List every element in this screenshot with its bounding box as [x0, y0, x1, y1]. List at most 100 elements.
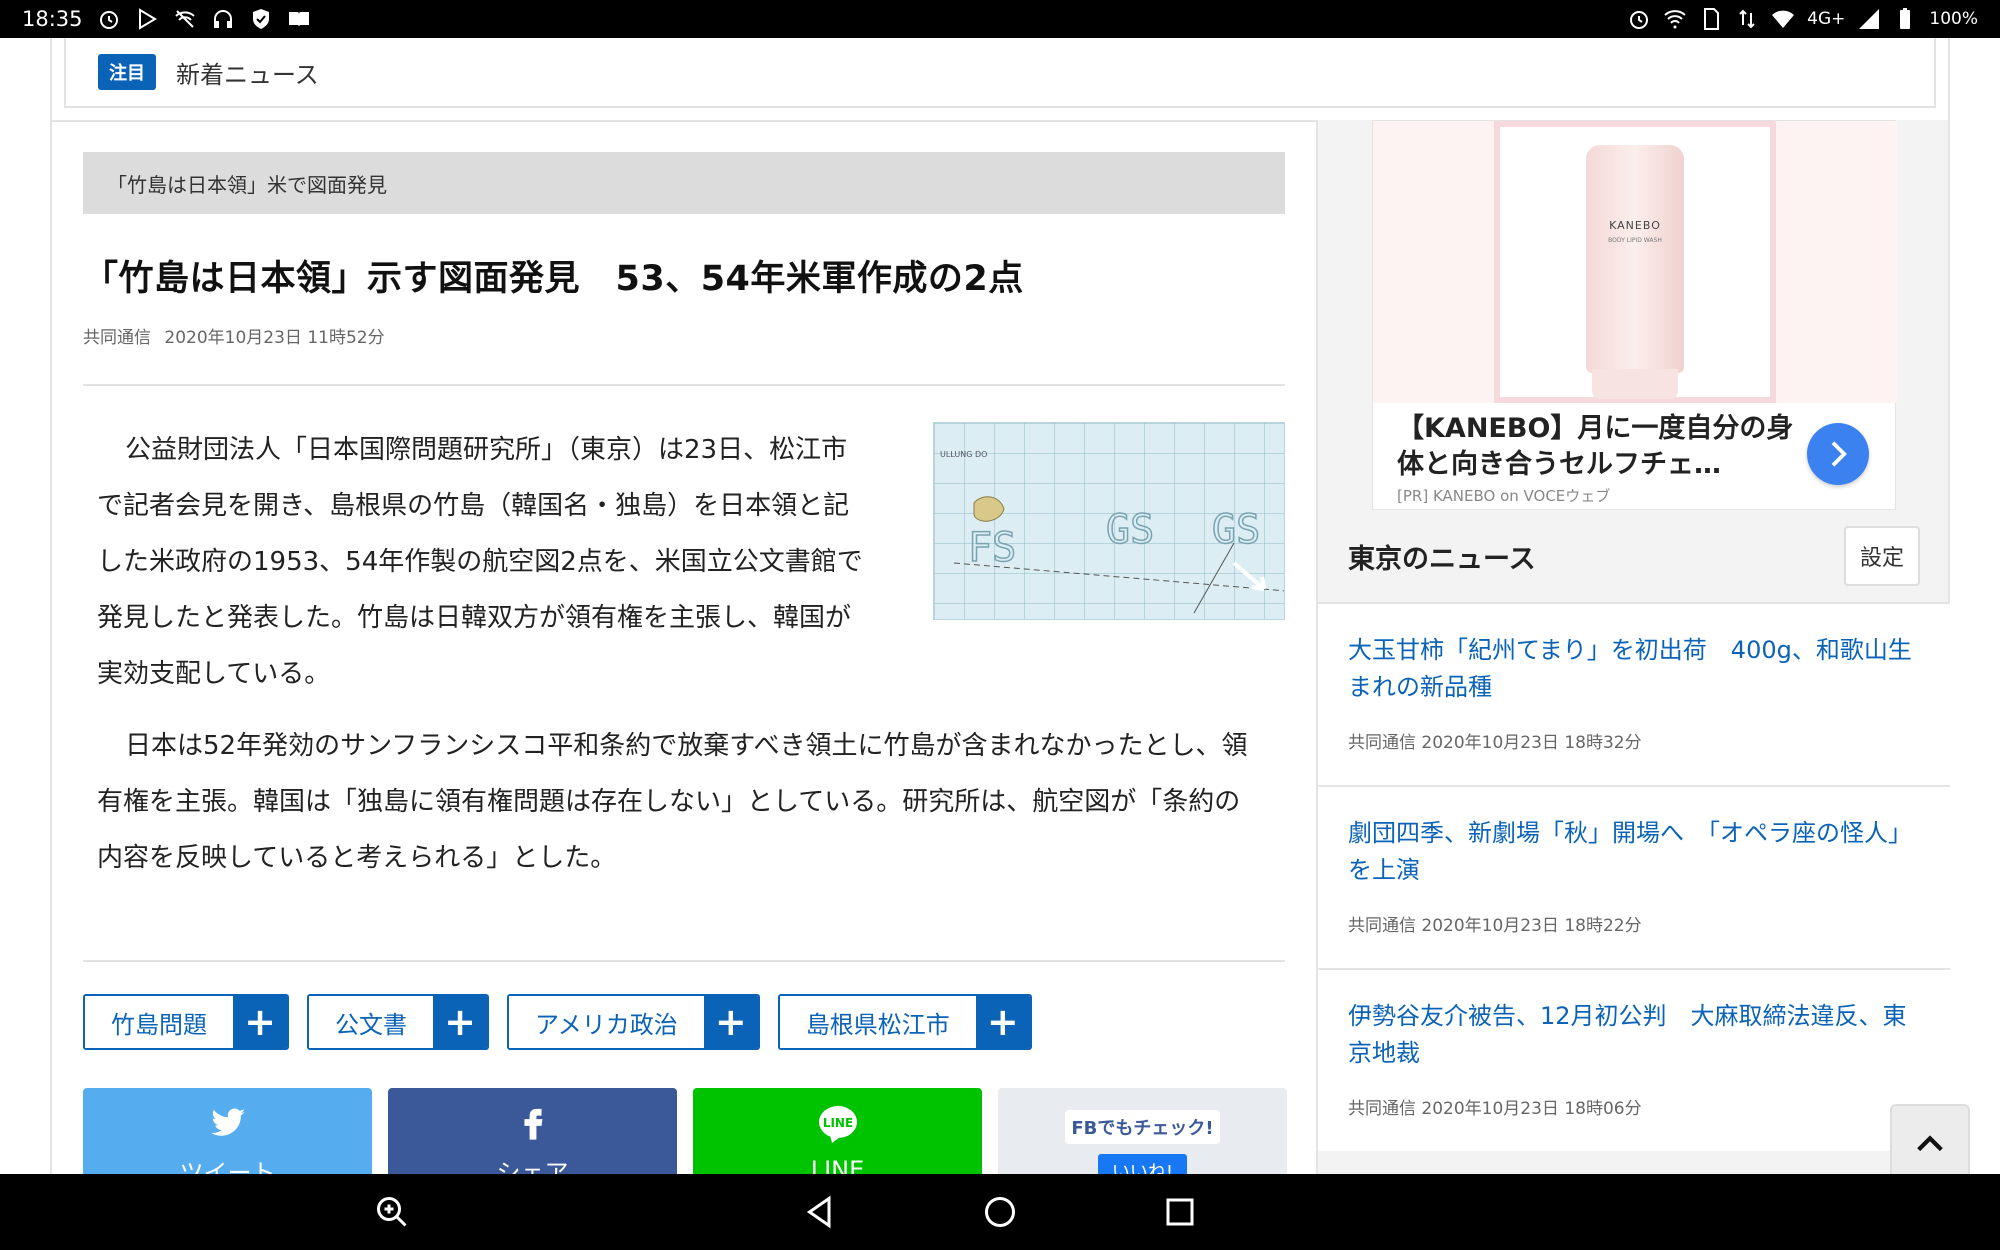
plus-icon[interactable]: +: [975, 996, 1030, 1048]
twitter-share-button[interactable]: ツイート: [83, 1088, 372, 1174]
news-source: 共同通信: [1348, 1099, 1416, 1119]
chart-label-fs: FS: [968, 525, 1016, 571]
alarm-icon: [1627, 7, 1651, 31]
ad-image-frame: KANEBO BODY LIPID WASH: [1494, 121, 1776, 403]
facebook-share-label: シェア: [496, 1159, 569, 1174]
twitter-icon: [210, 1108, 245, 1136]
facebook-share-button[interactable]: シェア: [388, 1088, 677, 1174]
chart-label-island: ULLUNG DO: [940, 450, 987, 459]
wifi-calling-icon: [1663, 7, 1687, 31]
product-cap: [1592, 369, 1678, 399]
news-title-link[interactable]: 劇団四季、新劇場「秋」開場へ 「オペラ座の怪人」を上演: [1348, 815, 1920, 889]
product-subtitle: BODY LIPID WASH: [1608, 237, 1662, 244]
plus-icon[interactable]: +: [703, 996, 758, 1048]
tag-label[interactable]: 公文書: [309, 996, 433, 1048]
article-byline: 共同通信 2020年10月23日 11時52分: [83, 323, 1285, 348]
fb-check-label: FBでもチェック!: [1065, 1110, 1220, 1144]
chevron-right-icon: [1831, 441, 1847, 467]
article-body: FS GS GS ULLUNG DO 公益財団法人「日本国際問題研究所」（東京）…: [83, 422, 1285, 886]
data-arrows-icon: [1735, 7, 1759, 31]
back-icon[interactable]: [802, 1194, 838, 1230]
sidebar: KANEBO BODY LIPID WASH 【KANEBO】月に一度自分の身体…: [1316, 120, 1950, 1174]
line-share-label: LINE: [810, 1156, 865, 1174]
chevron-up-icon: [1917, 1135, 1943, 1152]
breadcrumb: 「竹島は日本領」米で図面発見: [83, 152, 1285, 214]
topic-tags: 竹島問題 + 公文書 + アメリカ政治 + 島根県松江市 +: [83, 994, 1032, 1050]
ad-next-button[interactable]: [1807, 423, 1869, 485]
sponsored-ad[interactable]: KANEBO BODY LIPID WASH 【KANEBO】月に一度自分の身体…: [1372, 120, 1897, 510]
share-buttons: ツイート シェア LINE LINE FBでもチェック! いいね!: [83, 1088, 1287, 1174]
news-title-link[interactable]: 伊勢谷友介被告、12月初公判 大麻取締法違反、東京地裁: [1348, 998, 1920, 1072]
ad-title[interactable]: 【KANEBO】月に一度自分の身体と向き合うセルフチェ…: [1397, 411, 1797, 483]
settings-button[interactable]: 設定: [1843, 526, 1920, 586]
ticker-badge: 注目: [98, 54, 156, 90]
list-item[interactable]: 劇団四季、新劇場「秋」開場へ 「オペラ座の怪人」を上演 共同通信 2020年10…: [1318, 785, 1950, 968]
article: 「竹島は日本領」米で図面発見 「竹島は日本領」示す図面発見 53、54年米軍作成…: [83, 152, 1285, 886]
article-headline: 「竹島は日本領」示す図面発見 53、54年米軍作成の2点: [83, 259, 1024, 299]
article-paragraph: 日本は52年発効のサンフランシスコ平和条約で放棄すべき領土に竹島が含まれなかった…: [97, 731, 1248, 873]
wifi-icon: [1771, 7, 1795, 31]
status-bar: 18:35 4G+ 100%: [0, 0, 2000, 38]
scroll-to-top-button[interactable]: [1890, 1104, 1970, 1174]
news-ticker[interactable]: 注目 新着ニュース: [64, 38, 1936, 108]
tags-divider: [83, 960, 1285, 962]
network-type: 4G+: [1807, 9, 1846, 29]
tag-us-politics[interactable]: アメリカ政治 +: [507, 994, 760, 1050]
list-item[interactable]: 大玉甘柿「紀州てまり」を初出荷 400g、和歌山生まれの新品種 共同通信 202…: [1318, 602, 1950, 785]
product-brand: KANEBO: [1609, 219, 1661, 232]
alarm-icon: [97, 7, 121, 31]
news-datetime: 2020年10月23日 18時06分: [1421, 1099, 1642, 1119]
battery-level: 100%: [1929, 9, 1978, 29]
news-source: 共同通信: [1348, 733, 1416, 753]
local-news-list: 大玉甘柿「紀州てまり」を初出荷 400g、和歌山生まれの新品種 共同通信 202…: [1318, 602, 1950, 1151]
ad-source: [PR] KANEBO on VOCEウェブ: [1397, 487, 1611, 505]
news-title-link[interactable]: 大玉甘柿「紀州てまり」を初出荷 400g、和歌山生まれの新品種: [1348, 632, 1920, 706]
sim-icon: [1699, 7, 1723, 31]
play-store-icon: [135, 7, 159, 31]
line-share-button[interactable]: LINE LINE: [693, 1088, 982, 1174]
tag-label[interactable]: 竹島問題: [85, 996, 233, 1048]
news-source: 共同通信: [1348, 916, 1416, 936]
chart-label-gs-2: GS: [1212, 507, 1260, 553]
tag-public-documents[interactable]: 公文書 +: [307, 994, 489, 1050]
news-meta: 共同通信 2020年10月23日 18時32分: [1348, 728, 1920, 753]
tag-matsue[interactable]: 島根県松江市 +: [777, 994, 1032, 1050]
status-time: 18:35: [22, 7, 83, 31]
local-news-header: 東京のニュース 設定: [1318, 510, 1950, 602]
tag-label[interactable]: アメリカ政治: [509, 996, 704, 1048]
shield-icon: [249, 7, 273, 31]
facebook-icon: [523, 1108, 542, 1140]
web-page: 注目 新着ニュース 「竹島は日本領」米で図面発見 「竹島は日本領」示す図面発見 …: [0, 38, 2000, 1174]
line-icon: LINE: [818, 1106, 857, 1143]
home-icon[interactable]: [982, 1194, 1018, 1230]
article-source: 共同通信: [83, 328, 151, 348]
headphones-icon: [211, 7, 235, 31]
twitter-share-label: ツイート: [179, 1159, 276, 1174]
book-icon: [287, 7, 311, 31]
article-datetime: 2020年10月23日 11時52分: [164, 328, 385, 348]
plus-icon[interactable]: +: [233, 996, 287, 1048]
news-meta: 共同通信 2020年10月23日 18時22分: [1348, 911, 1920, 936]
tag-takeshima[interactable]: 竹島問題 +: [83, 994, 289, 1050]
article-paragraph: 公益財団法人「日本国際問題研究所」（東京）は23日、松江市で記者会見を開き、島根…: [97, 435, 863, 689]
article-divider: [83, 384, 1285, 386]
battery-icon: [1893, 7, 1917, 31]
facebook-follow-box: FBでもチェック! いいね!: [998, 1088, 1287, 1174]
product-tube: KANEBO BODY LIPID WASH: [1586, 145, 1684, 399]
recents-icon[interactable]: [1162, 1194, 1198, 1230]
facebook-like-button[interactable]: いいね!: [1097, 1154, 1188, 1174]
plus-icon[interactable]: +: [433, 996, 487, 1048]
svg-text:LINE: LINE: [822, 1116, 852, 1130]
ad-image[interactable]: KANEBO BODY LIPID WASH: [1373, 121, 1897, 403]
news-datetime: 2020年10月23日 18時22分: [1421, 916, 1642, 936]
local-news-title: 東京のニュース: [1348, 543, 1536, 575]
ticker-text[interactable]: 新着ニュース: [176, 55, 319, 90]
tag-label[interactable]: 島根県松江市: [779, 996, 976, 1048]
aerial-chart-image[interactable]: FS GS GS ULLUNG DO: [933, 422, 1285, 620]
news-datetime: 2020年10月23日 18時32分: [1421, 733, 1642, 753]
wifi-off-icon: [173, 7, 197, 31]
frame-border-left: [50, 38, 52, 1174]
chart-label-gs-1: GS: [1106, 507, 1154, 553]
zoom-icon[interactable]: [374, 1194, 410, 1230]
list-item[interactable]: 伊勢谷友介被告、12月初公判 大麻取締法違反、東京地裁 共同通信 2020年10…: [1318, 968, 1950, 1151]
